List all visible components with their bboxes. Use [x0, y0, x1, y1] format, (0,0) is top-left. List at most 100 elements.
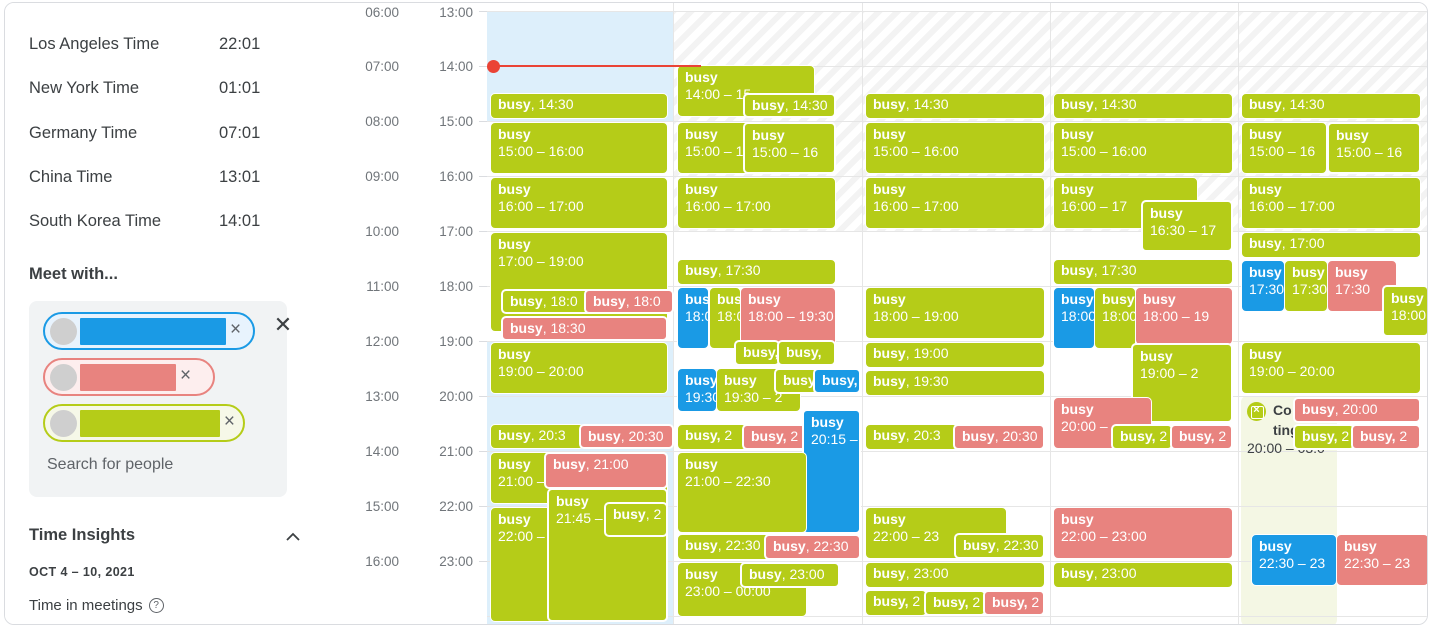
- calendar-event[interactable]: busy, 19:30: [865, 370, 1045, 396]
- remove-person-icon[interactable]: ×: [228, 320, 247, 342]
- event-time: 15:00 – 16: [1336, 144, 1403, 160]
- calendar-event[interactable]: busy,: [777, 340, 836, 366]
- calendar-event[interactable]: busy 18:00 – 19:30: [740, 287, 836, 347]
- calendar-event[interactable]: busy, 14:30: [865, 93, 1045, 119]
- calendar-event[interactable]: busy, 22:30: [764, 534, 861, 560]
- calendar-event[interactable]: busy, 20:3: [490, 424, 584, 449]
- calendar-event[interactable]: busy 21:00 – 22:30: [677, 452, 807, 533]
- remove-person-icon[interactable]: ×: [222, 412, 241, 434]
- calendar-event[interactable]: busy 19:00 – 20:00: [490, 342, 668, 394]
- calendar-event[interactable]: busy, 18:0: [584, 289, 674, 314]
- event-title: busy: [811, 414, 844, 430]
- remove-person-icon[interactable]: ×: [178, 366, 197, 388]
- time-insights-date-range: OCT 4 – 10, 2021: [29, 565, 135, 579]
- calendar-event[interactable]: busy 15:00 – 16: [1327, 122, 1421, 174]
- calendar-event[interactable]: busy, 2: [604, 502, 668, 537]
- calendar-event[interactable]: busy 22:30 – 23: [1336, 534, 1427, 586]
- calendar-event[interactable]: busy, 14:30: [1053, 93, 1233, 119]
- calendar-event[interactable]: busy, 2: [983, 590, 1045, 616]
- calendar-event[interactable]: busy, 14:30: [490, 93, 668, 119]
- calendar-event[interactable]: busy, 22:30: [677, 534, 770, 560]
- calendar-event[interactable]: busy,: [734, 340, 780, 366]
- calendar-event[interactable]: busy, 21:00: [544, 452, 668, 489]
- calendar-event[interactable]: busy, 2: [1293, 424, 1355, 450]
- moon-icon: [275, 33, 297, 55]
- calendar-event[interactable]: busy 17:30: [1284, 260, 1328, 312]
- calendar-event[interactable]: busy: [774, 368, 818, 394]
- calendar-event[interactable]: busy 15:00 – 16:00: [865, 122, 1045, 174]
- calendar-event[interactable]: busy, 20:00: [1293, 397, 1421, 423]
- calendar-event[interactable]: busy 15:00 – 16: [743, 122, 836, 174]
- calendar-event[interactable]: busy 15:00 – 16:00: [1053, 122, 1233, 174]
- event-title: busy: [873, 565, 906, 581]
- event-title: busy: [752, 127, 785, 143]
- event-time: 23:00: [1101, 565, 1137, 581]
- calendar-event[interactable]: busy, 19:00: [865, 342, 1045, 368]
- calendar-event[interactable]: busy 15:00 – 16: [1241, 122, 1327, 174]
- calendar-event[interactable]: busy 18:00: [1382, 285, 1427, 337]
- calendar-event[interactable]: busy 16:00 – 17:00: [1241, 177, 1421, 229]
- search-people-input[interactable]: Search for people: [47, 456, 173, 474]
- calendar-event[interactable]: busy, 23:00: [865, 562, 1045, 588]
- calendar-event[interactable]: busy, 14:30: [743, 93, 836, 118]
- calendar-event[interactable]: busy, 23:00: [740, 562, 840, 588]
- calendar-event[interactable]: busy, 2: [865, 590, 927, 616]
- timezone-label: South Korea Time: [29, 211, 162, 230]
- calendar-event[interactable]: busy 16:30 – 17: [1141, 200, 1233, 252]
- meet-with-heading: Meet with...: [29, 265, 118, 283]
- calendar-event[interactable]: busy 17:30: [1241, 260, 1285, 312]
- calendar-event[interactable]: busy 18:00: [1094, 287, 1136, 349]
- calendar-grid[interactable]: busy, 14:30 busy 15:00 – 16:00 busy 16:00 …: [487, 3, 1427, 624]
- current-time-line: [493, 65, 701, 67]
- calendar-event[interactable]: busy 16:00 – 17:00: [677, 177, 836, 229]
- calendar-event[interactable]: busy 19:00 – 20:00: [1241, 342, 1421, 394]
- timezone-time: 01:01: [219, 78, 261, 97]
- calendar-event[interactable]: busy 20:15 –: [802, 409, 861, 534]
- person-chip-2[interactable]: ×: [43, 358, 215, 396]
- event-title: busy: [498, 511, 531, 527]
- calendar-event[interactable]: busy,: [813, 368, 861, 394]
- event-time: 17:30: [1101, 262, 1137, 278]
- calendar-event[interactable]: busy18:0: [677, 287, 709, 349]
- calendar-event[interactable]: busy, 18:30: [501, 316, 668, 341]
- gutter-label-left: 06:00: [365, 5, 399, 20]
- calendar-event[interactable]: busy, 17:30: [1053, 259, 1233, 285]
- calendar-event[interactable]: busy 18:00 – 19: [1135, 287, 1233, 345]
- person-chip-1[interactable]: ×: [43, 312, 255, 350]
- calendar-event[interactable]: busy 18:00: [1053, 287, 1095, 349]
- calendar-event[interactable]: busy, 17:00: [1241, 232, 1421, 258]
- close-meet-with-icon[interactable]: ✕: [269, 311, 297, 339]
- calendar-event[interactable]: busy, 18:0: [501, 289, 595, 314]
- calendar-event[interactable]: busy 16:00 – 17:00: [865, 177, 1045, 229]
- calendar-event[interactable]: busy, 17:30: [677, 259, 836, 285]
- event-time: 17:30: [1249, 281, 1285, 297]
- calendar-event[interactable]: busy 16:00 – 17:00: [490, 177, 668, 229]
- event-time: 21:00 –: [498, 473, 545, 489]
- person-chip-3[interactable]: ×: [43, 404, 245, 442]
- calendar-event[interactable]: busy, 20:30: [579, 424, 674, 449]
- calendar-event[interactable]: busy 22:00 – 23:00: [1053, 507, 1233, 559]
- calendar-event[interactable]: busy 22:30 – 23: [1251, 534, 1337, 586]
- calendar-event[interactable]: busy, 23:00: [1053, 562, 1233, 588]
- calendar-event[interactable]: busy, 20:3: [865, 424, 958, 450]
- event-title: busy: [1102, 291, 1135, 307]
- meet-with-card: × × × Search for people: [29, 301, 287, 497]
- calendar-event[interactable]: busy 15:00 – 16:00: [490, 122, 668, 174]
- calendar-event[interactable]: busy, 2: [1170, 424, 1233, 450]
- calendar-event[interactable]: busy 18:00 – 19:00: [865, 287, 1045, 339]
- calendar-event[interactable]: busy, 20:30: [953, 424, 1045, 450]
- question-mark-icon[interactable]: ?: [148, 598, 164, 613]
- time-gutter: 06:00 13:00 07:00 14:00 08:00 15:00 09:0…: [341, 3, 487, 624]
- calendar-event[interactable]: busy 19:30: [677, 368, 717, 412]
- event-title: busy: [1249, 235, 1282, 251]
- chevron-up-icon[interactable]: [283, 527, 303, 547]
- calendar-event[interactable]: busy, 2: [1111, 424, 1173, 450]
- event-time: 2: [1159, 428, 1168, 444]
- event-time: 14:30: [538, 96, 574, 112]
- calendar-event[interactable]: busy, 14:30: [1241, 93, 1421, 119]
- calendar-event[interactable]: busy, 22:30: [954, 533, 1045, 559]
- calendar-event[interactable]: busy, 2: [924, 590, 986, 616]
- calendar-event[interactable]: busy, 2: [1351, 424, 1421, 450]
- avatar: [50, 317, 77, 345]
- calendar-event[interactable]: busy, 2: [677, 424, 747, 450]
